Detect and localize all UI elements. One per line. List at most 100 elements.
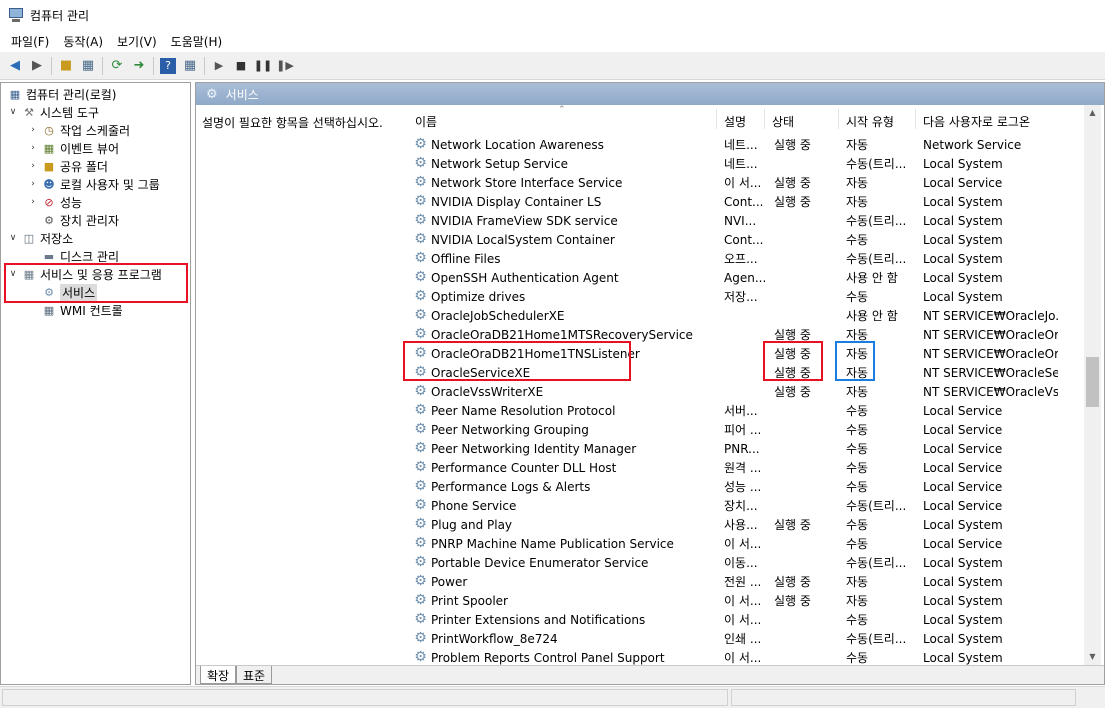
tree-item-task-scheduler[interactable]: › ◷ 작업 스케줄러 <box>27 121 130 139</box>
column-header-logon[interactable]: 다음 사용자로 로그온 <box>923 113 1030 130</box>
column-divider[interactable] <box>716 109 717 129</box>
service-startup-type: 수동 <box>846 480 869 494</box>
service-logon: NT SERVICE₩OracleJo... <box>923 308 1058 323</box>
service-startup-type: 수동 <box>846 233 869 247</box>
menu-action[interactable]: 동작(A) <box>56 31 110 52</box>
tab-extended[interactable]: 확장 <box>200 666 237 684</box>
properties-icon[interactable]: ▦ <box>179 55 201 77</box>
tab-standard[interactable]: 표준 <box>236 666 273 684</box>
table-row[interactable]: ⚙ Plug and Play 사용... 실행 중 수동 Local System <box>400 515 1080 534</box>
chevron-right-icon[interactable]: › <box>27 179 39 189</box>
pause-icon[interactable]: ❚❚ <box>252 55 274 77</box>
service-name: Performance Counter DLL Host <box>431 460 617 475</box>
menu-help[interactable]: 도움말(H) <box>164 31 230 52</box>
gear-icon: ⚙ <box>414 592 427 608</box>
tree-label: 이벤트 뷰어 <box>60 141 120 156</box>
scroll-down-icon[interactable]: ▼ <box>1084 649 1101 665</box>
tree-item-performance[interactable]: › ⊘ 성능 <box>27 193 82 211</box>
table-row[interactable]: ⚙ Peer Networking Identity Manager PNR... 수… <box>400 439 1080 458</box>
column-divider[interactable] <box>838 109 839 129</box>
service-startup-type: 수동 <box>846 290 869 304</box>
tree-item-event-viewer[interactable]: › ▦ 이벤트 뷰어 <box>27 139 119 157</box>
chevron-down-icon[interactable]: ∨ <box>7 233 19 243</box>
vertical-scrollbar[interactable]: ▲ ▼ <box>1084 105 1101 665</box>
restart-icon[interactable]: ❚▶ <box>274 55 296 77</box>
service-description: 성능 ... <box>724 480 762 494</box>
menu-view[interactable]: 보기(V) <box>110 31 164 52</box>
table-row[interactable]: ⚙ Performance Logs & Alerts 성능 ... 수동 Local … <box>400 477 1080 496</box>
service-description: 피어 ... <box>724 423 762 437</box>
table-row[interactable]: ⚙ NVIDIA LocalSystem Container Cont... 수동 Lo… <box>400 230 1080 249</box>
service-description: PNR... <box>724 441 760 456</box>
stop-icon[interactable]: ■ <box>230 55 252 77</box>
service-description: 사용... <box>724 518 758 532</box>
tree-item-root[interactable]: ▦ 컴퓨터 관리(로컬) <box>5 85 117 103</box>
table-row[interactable]: ⚙ Phone Service 장치... 수동(트리... Local Service <box>400 496 1080 515</box>
refresh-icon[interactable]: ⟳ <box>106 55 128 77</box>
tree-item-storage[interactable]: ∨ ◫ 저장소 <box>7 229 73 247</box>
tree-label: 장치 관리자 <box>60 213 120 228</box>
service-description: 이 서... <box>724 594 762 608</box>
start-icon[interactable]: ▶ <box>208 55 230 77</box>
tree-item-local-users[interactable]: › ☻ 로컬 사용자 및 그룹 <box>27 175 160 193</box>
service-logon: Local Service <box>923 403 1003 418</box>
service-logon: Local System <box>923 555 1003 570</box>
table-row[interactable]: ⚙ OracleJobSchedulerXE 사용 안 함 NT SERVICE₩Or… <box>400 306 1080 325</box>
column-header-status[interactable]: 상태 <box>772 113 794 130</box>
table-row[interactable]: ⚙ Offline Files 오프... 수동(트리... Local System <box>400 249 1080 268</box>
service-name: OpenSSH Authentication Agent <box>431 270 619 285</box>
column-header-startup[interactable]: 시작 유형 <box>846 113 894 130</box>
table-row[interactable]: ⚙ Power 전원 ... 실행 중 자동 Local System <box>400 572 1080 591</box>
chevron-down-icon[interactable]: ∨ <box>7 107 19 117</box>
table-row[interactable]: ⚙ Network Store Interface Service 이 서... 실행… <box>400 173 1080 192</box>
table-row[interactable]: ⚙ PNRP Machine Name Publication Service 이 … <box>400 534 1080 553</box>
service-logon: Local System <box>923 270 1003 285</box>
service-name: OracleJobSchedulerXE <box>431 308 565 323</box>
table-row[interactable]: ⚙ Network Location Awareness 네트... 실행 중 자동 Ne… <box>400 135 1080 154</box>
tree-item-wmi[interactable]: ▦ WMI 컨트롤 <box>39 301 123 319</box>
chevron-right-icon[interactable]: › <box>27 161 39 171</box>
chevron-right-icon[interactable]: › <box>27 197 39 207</box>
table-row[interactable]: ⚙ Peer Networking Grouping 피어 ... 수동 Local S… <box>400 420 1080 439</box>
service-status: 실행 중 <box>774 594 811 608</box>
service-status: 실행 중 <box>774 176 811 190</box>
toolbar-separator <box>204 56 205 75</box>
export-icon[interactable]: ➜ <box>128 55 150 77</box>
chevron-right-icon[interactable]: › <box>27 143 39 153</box>
service-logon: Local System <box>923 650 1003 665</box>
table-row[interactable]: ⚙ OpenSSH Authentication Agent Agen... 사용 안… <box>400 268 1080 287</box>
table-row[interactable]: ⚙ Performance Counter DLL Host 원격 ... 수동 Loc… <box>400 458 1080 477</box>
tree-item-system-tools[interactable]: ∨ ⚒ 시스템 도구 <box>7 103 99 121</box>
table-row[interactable]: ⚙ NVIDIA Display Container LS Cont... 실행 중 자… <box>400 192 1080 211</box>
scrollbar-thumb[interactable] <box>1086 357 1099 407</box>
show-hide-tree-icon[interactable]: ▦ <box>77 55 99 77</box>
table-row[interactable]: ⚙ Print Spooler 이 서... 실행 중 자동 Local System <box>400 591 1080 610</box>
table-row[interactable]: ⚙ Optimize drives 저장... 수동 Local System <box>400 287 1080 306</box>
service-name: OracleOraDB21Home1MTSRecoveryService <box>431 327 693 342</box>
computer-icon: ▦ <box>9 87 21 101</box>
table-row[interactable]: ⚙ PrintWorkflow_8e724 인쇄 ... 수동(트리... Local … <box>400 629 1080 648</box>
chevron-right-icon[interactable]: › <box>27 125 39 135</box>
scroll-up-icon[interactable]: ▲ <box>1084 105 1101 121</box>
table-row[interactable]: ⚙ OracleVssWriterXE 실행 중 자동 NT SERVICE₩Oracl… <box>400 382 1080 401</box>
back-icon[interactable]: ◀ <box>4 55 26 77</box>
tree-item-device-manager[interactable]: ⚙ 장치 관리자 <box>39 211 119 229</box>
service-name: Peer Networking Grouping <box>431 422 589 437</box>
table-row[interactable]: ⚙ Network Setup Service 네트... 수동(트리... Local… <box>400 154 1080 173</box>
table-row[interactable]: ⚙ Printer Extensions and Notifications 이 서… <box>400 610 1080 629</box>
column-divider[interactable] <box>915 109 916 129</box>
column-header-desc[interactable]: 설명 <box>724 113 746 130</box>
menu-file[interactable]: 파일(F) <box>4 31 56 52</box>
forward-icon[interactable]: ▶ <box>26 55 48 77</box>
status-bar <box>0 686 1105 708</box>
help-icon[interactable]: ? <box>160 57 176 74</box>
up-folder-icon[interactable]: ■ <box>55 55 77 77</box>
table-row[interactable]: ⚙ NVIDIA FrameView SDK service NVI... 수동(트리… <box>400 211 1080 230</box>
column-divider[interactable] <box>764 109 765 129</box>
table-row[interactable]: ⚙ Portable Device Enumerator Service 이동...… <box>400 553 1080 572</box>
wmi-control-icon: ▦ <box>43 303 55 317</box>
tree-item-shared-folders[interactable]: › ■ 공유 폴더 <box>27 157 108 175</box>
table-row[interactable]: ⚙ Peer Name Resolution Protocol 서버... 수동 Loc… <box>400 401 1080 420</box>
service-logon: Local System <box>923 631 1003 646</box>
column-header-name[interactable]: 이름 <box>415 113 437 130</box>
